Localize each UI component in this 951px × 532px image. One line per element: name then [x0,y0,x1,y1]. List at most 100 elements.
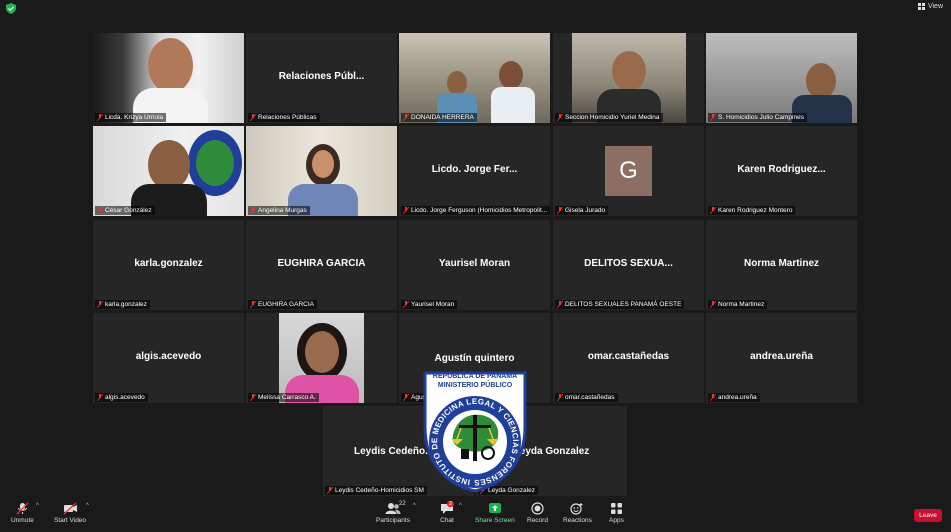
leave-button[interactable]: Leave [914,509,942,522]
participant-label: EUGHIRA GARCIA [248,300,317,309]
chat-unread-badge: 2 [447,501,455,507]
participant-label: Licdo. Jorge Ferguson (Homicidios Metrop… [401,206,550,215]
muted-mic-icon [403,394,409,401]
start-video-button[interactable]: Start Video [54,502,86,524]
participant-label: S. Homicidios Julio Campines [708,113,807,122]
unmute-button[interactable]: Unmute [11,502,34,524]
participant-video [399,33,550,123]
top-bar: View [0,0,951,18]
participant-label: karla.gonzalez [95,300,150,309]
view-button[interactable]: View [917,3,943,10]
seal-ring-text: INSTITUTO DE MEDICINA LEGAL Y CIENCIAS F… [430,397,520,487]
muted-mic-icon [97,114,103,121]
video-tile-active-speaker[interactable]: César González [93,126,244,216]
video-tile[interactable]: S. Homicidios Julio Campines [706,33,857,123]
video-tile[interactable]: algis.acevedo algis.acevedo [93,313,244,403]
participant-label: Yaurisel Moran [401,300,458,309]
reactions-icon [570,503,583,515]
meeting-toolbar: Unmute ^ Start Video ^ 22 Participants ^… [0,498,951,532]
record-icon [531,502,544,515]
video-tile[interactable]: DELITOS SEXUA... DELITOS SEXUALES PANAMÁ… [553,220,704,310]
participant-display-name: algis.acevedo [135,351,202,362]
muted-mic-icon [97,301,103,308]
reactions-button[interactable]: Reactions [563,502,592,524]
video-tile[interactable]: Yaurisel Moran Yaurisel Moran [399,220,550,310]
participant-label: algis.acevedo [95,393,148,402]
muted-mic-icon [250,394,256,401]
video-tile[interactable]: Relaciones Públ... Relaciones Públicas [246,33,397,123]
participant-label: Gisela Jurado [555,206,609,215]
muted-mic-icon [557,114,563,121]
participant-display-name: DELITOS SEXUA... [584,258,673,269]
muted-mic-icon [710,394,716,401]
participant-display-name: Norma Martinez [743,258,819,269]
chat-options-caret[interactable]: ^ [459,503,462,509]
audio-options-caret[interactable]: ^ [36,503,39,509]
video-tile[interactable]: Licdo. Jorge Fer... Licdo. Jorge Ferguso… [399,126,550,216]
muted-mic-icon [250,114,256,121]
video-tile[interactable]: G Gisela Jurado [553,126,704,216]
participants-button[interactable]: 22 Participants [376,501,410,524]
video-tile[interactable]: Licda. Krizya Urriola [93,33,244,123]
muted-mic-icon [710,301,716,308]
participant-label: Relaciones Públicas [248,113,320,122]
muted-mic-icon [97,394,103,401]
participant-video [706,33,857,123]
muted-mic-icon [557,394,563,401]
video-options-caret[interactable]: ^ [86,503,89,509]
participant-video [93,33,244,123]
avatar: G [605,146,652,196]
video-tile[interactable]: Norma Martinez Norma Martinez [706,220,857,310]
video-tile[interactable]: Karen Rodriguez... Karen Rodriguez Monte… [706,126,857,216]
video-tile[interactable]: andrea.ureña andrea.ureña [706,313,857,403]
participant-label: DELITOS SEXUALES PANAMÁ OESTE [555,300,685,309]
participant-label: Karen Rodriguez Montero [708,206,796,215]
video-off-icon [63,502,77,515]
participant-display-name: karla.gonzalez [134,258,203,269]
participant-display-name: Agustín quintero [434,353,515,364]
participant-label: Angelina Murgas [248,206,310,215]
participants-options-caret[interactable]: ^ [413,503,416,509]
apps-icon [610,503,622,514]
video-tile[interactable]: Angelina Murgas [246,126,397,216]
participant-label: Melissa Carrasco A. [248,393,319,402]
muted-mic-icon [16,502,29,515]
participant-label: César González [95,206,155,215]
muted-mic-icon [97,207,103,214]
participant-label: Norma Martinez [708,300,768,309]
muted-mic-icon [327,487,333,494]
participant-video [93,126,244,216]
participant-label: Seccion Homicidio Yuriel Medina [555,113,663,122]
participant-display-name: andrea.ureña [750,351,813,362]
apps-button[interactable]: Apps [609,502,624,524]
video-tile[interactable]: Seccion Homicidio Yuriel Medina [553,33,704,123]
grid-icon [917,3,925,10]
participant-display-name: EUGHIRA GARCIA [277,258,366,269]
participant-label: omar.castañedas [555,393,618,402]
muted-mic-icon [557,207,563,214]
video-tile[interactable]: Melissa Carrasco A. [246,313,397,403]
seal-ring-textpath: INSTITUTO DE MEDICINA LEGAL Y CIENCIAS F… [430,397,520,487]
video-tile[interactable]: DONAIDA HERRERA [399,33,550,123]
participant-label: Leydis Cedeño-Homicidios SM [325,486,427,495]
participants-count: 22 [399,501,406,507]
video-tile[interactable]: EUGHIRA GARCIA EUGHIRA GARCIA [246,220,397,310]
chat-button[interactable]: 2 Chat [440,501,455,524]
record-button[interactable]: Record [527,502,548,524]
participant-display-name: Licdo. Jorge Fer... [431,164,518,175]
muted-mic-icon [250,301,256,308]
participant-display-name: Karen Rodriguez... [737,164,826,175]
muted-mic-icon [710,207,716,214]
video-tile[interactable]: karla.gonzalez karla.gonzalez [93,220,244,310]
participant-video [572,33,686,123]
video-tile[interactable]: omar.castañedas omar.castañedas [553,313,704,403]
participant-display-name: Relaciones Públ... [278,71,365,82]
share-screen-button[interactable]: Share Screen [475,502,515,524]
participant-label: andrea.ureña [708,393,760,402]
svg-text:INSTITUTO DE MEDICINA LEGAL Y: INSTITUTO DE MEDICINA LEGAL Y CIENCIAS F… [430,397,520,487]
view-label: View [927,3,943,10]
participant-video [279,313,364,403]
muted-mic-icon [403,301,409,308]
muted-mic-icon [403,207,409,214]
participant-video [246,126,397,216]
